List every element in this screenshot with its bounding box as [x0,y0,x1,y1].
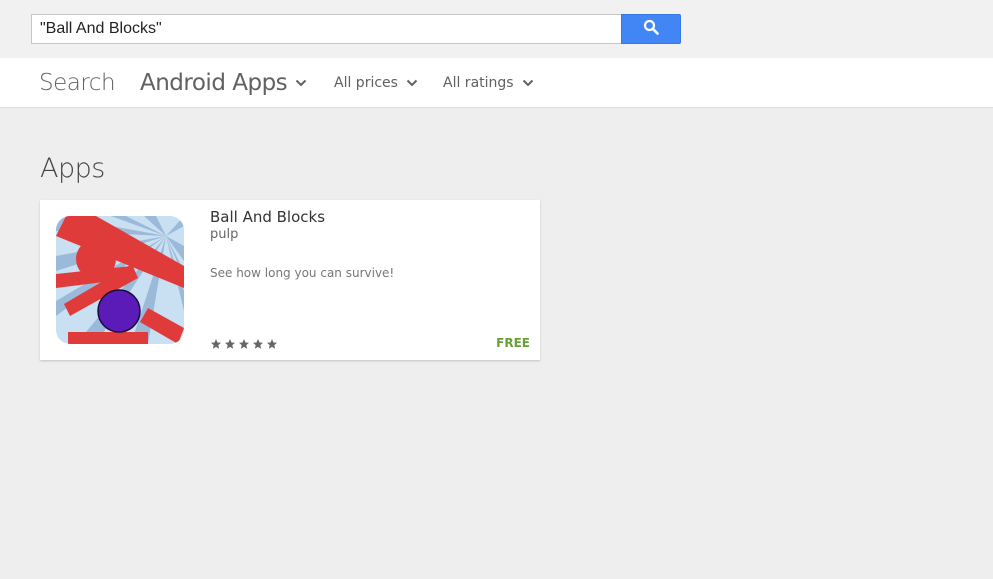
chevron-down-icon [406,79,418,87]
nav-bar: Search Android Apps All prices All ratin… [0,58,993,108]
price-button[interactable]: FREE [496,336,530,350]
app-icon[interactable] [56,216,184,344]
app-description: See how long you can survive! [210,266,395,280]
category-label: Android Apps [140,70,288,96]
price-filter-label: All prices [334,75,398,91]
star-rating [210,338,278,350]
category-dropdown[interactable]: Android Apps [140,58,307,108]
search-input[interactable] [31,14,622,44]
star-icon [252,338,264,350]
nav-search-label: Search [39,70,116,96]
star-icon [266,338,278,350]
search-bar-area [0,0,993,58]
price-filter-dropdown[interactable]: All prices [334,58,418,108]
nav-search-link[interactable]: Search [39,58,116,108]
chevron-down-icon [522,79,534,87]
app-developer[interactable]: pulp [210,227,238,242]
search-button[interactable] [621,14,681,44]
rating-filter-label: All ratings [443,75,514,91]
star-icon [238,338,250,350]
app-card[interactable]: Ball And Blocks pulp See how long you ca… [40,200,540,360]
star-icon [224,338,236,350]
chevron-down-icon [295,79,307,87]
star-icon [210,338,222,350]
app-title[interactable]: Ball And Blocks [210,208,325,226]
search-icon [643,19,659,40]
rating-filter-dropdown[interactable]: All ratings [443,58,534,108]
section-title: Apps [40,153,105,184]
